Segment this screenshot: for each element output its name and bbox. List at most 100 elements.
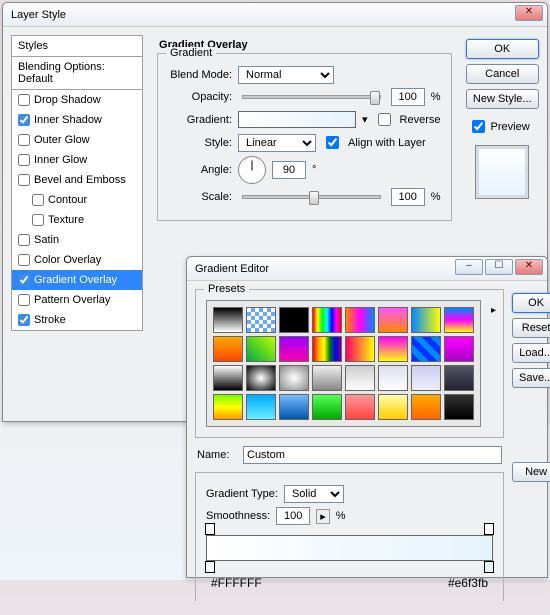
preset-swatch[interactable] [246,365,276,391]
preset-swatch[interactable] [312,394,342,420]
smoothness-stepper-icon[interactable]: ▸ [316,509,330,524]
color-stop-right[interactable] [484,561,494,573]
preset-swatch[interactable] [312,365,342,391]
style-checkbox[interactable] [18,294,30,306]
preset-swatch[interactable] [411,394,441,420]
style-row[interactable]: Inner Shadow [12,110,142,130]
preset-swatch[interactable] [411,336,441,362]
style-row[interactable]: Drop Shadow [12,90,142,110]
style-checkbox[interactable] [18,154,30,166]
layer-style-titlebar[interactable]: Layer Style ✕ [3,3,547,27]
preset-swatch[interactable] [213,394,243,420]
preset-swatch[interactable] [279,365,309,391]
preset-swatch[interactable] [411,307,441,333]
preset-swatch[interactable] [312,307,342,333]
style-checkbox[interactable] [18,94,30,106]
angle-dial[interactable] [238,156,266,184]
ge-load-button[interactable]: Load... [512,343,550,363]
scale-input[interactable] [391,188,425,206]
preset-swatch[interactable] [411,365,441,391]
preset-swatch[interactable] [444,394,474,420]
align-checkbox[interactable] [326,136,339,149]
preset-swatch[interactable] [378,307,408,333]
style-row[interactable]: Outer Glow [12,130,142,150]
gradient-type-label: Gradient Type: [206,488,278,500]
preset-swatch[interactable] [279,394,309,420]
preview-checkbox[interactable] [472,120,485,133]
style-row[interactable]: Color Overlay [12,250,142,270]
style-checkbox[interactable] [32,214,44,226]
style-checkbox[interactable] [18,254,30,266]
smoothness-input[interactable] [276,507,310,525]
blending-options-row[interactable]: Blending Options: Default [12,57,142,90]
new-style-button[interactable]: New Style... [466,89,539,109]
preset-swatch[interactable] [444,365,474,391]
ok-button[interactable]: OK [466,39,539,59]
angle-input[interactable] [272,161,306,179]
ge-save-button[interactable]: Save... [512,368,550,388]
style-row[interactable]: Inner Glow [12,150,142,170]
preset-swatch[interactable] [279,336,309,362]
preset-swatch[interactable] [213,307,243,333]
opacity-input[interactable] [391,88,425,106]
style-row[interactable]: Pattern Overlay [12,290,142,310]
preset-swatch[interactable] [279,307,309,333]
scale-slider[interactable] [242,195,381,199]
style-select[interactable]: Linear [238,134,316,152]
preset-swatch[interactable] [345,365,375,391]
styles-header[interactable]: Styles [12,36,142,57]
preset-swatch[interactable] [444,336,474,362]
preset-swatch[interactable] [444,307,474,333]
gradient-bar[interactable]: #FFFFFF #e6f3fb [206,535,493,561]
preset-swatch[interactable] [312,336,342,362]
style-checkbox[interactable] [18,114,30,126]
style-row[interactable]: Texture [12,210,142,230]
preset-swatch[interactable] [345,394,375,420]
style-row[interactable]: Bevel and Emboss [12,170,142,190]
cancel-button[interactable]: Cancel [466,64,539,84]
preset-swatch[interactable] [345,307,375,333]
opacity-stop-left[interactable] [205,523,215,535]
maximize-icon[interactable]: ☐ [485,259,513,275]
preset-swatch[interactable] [378,394,408,420]
style-checkbox[interactable] [18,174,30,186]
blend-mode-select[interactable]: Normal [238,66,334,84]
style-checkbox[interactable] [18,234,30,246]
style-row[interactable]: Stroke [12,310,142,330]
preset-swatch[interactable] [246,336,276,362]
close-icon[interactable]: ✕ [515,259,543,275]
style-list: Styles Blending Options: Default Drop Sh… [11,35,143,331]
preset-swatch[interactable] [345,336,375,362]
preset-swatch[interactable] [213,336,243,362]
presets-menu-icon[interactable]: ▸ [491,305,496,316]
opacity-stop-right[interactable] [484,523,494,535]
minimize-icon[interactable]: – [455,259,483,275]
style-checkbox[interactable] [18,314,30,326]
ge-new-button[interactable]: New [512,462,550,482]
preset-swatch[interactable] [246,394,276,420]
preset-swatch[interactable] [378,336,408,362]
reverse-checkbox[interactable] [378,113,391,126]
preset-swatch[interactable] [246,307,276,333]
style-label: Drop Shadow [34,94,101,106]
gradient-swatch[interactable] [238,111,356,128]
color-stop-left[interactable] [205,561,215,573]
close-icon[interactable]: ✕ [515,5,543,21]
gradient-editor-titlebar[interactable]: Gradient Editor – ☐ ✕ [187,257,547,281]
preset-swatch[interactable] [378,365,408,391]
style-row[interactable]: Gradient Overlay [12,270,142,290]
ge-ok-button[interactable]: OK [512,293,550,313]
style-row[interactable]: Satin [12,230,142,250]
presets-label: Presets [204,283,249,295]
style-checkbox[interactable] [18,274,30,286]
style-row[interactable]: Contour [12,190,142,210]
gradient-legend: Gradient [166,47,216,59]
gradient-type-select[interactable]: Solid [284,485,344,503]
opacity-slider[interactable] [242,95,381,99]
style-checkbox[interactable] [18,134,30,146]
preset-swatch[interactable] [213,365,243,391]
ge-reset-button[interactable]: Reset [512,318,550,338]
gradient-dropdown-icon[interactable]: ▾ [362,113,368,126]
name-input[interactable] [243,446,502,464]
style-checkbox[interactable] [32,194,44,206]
